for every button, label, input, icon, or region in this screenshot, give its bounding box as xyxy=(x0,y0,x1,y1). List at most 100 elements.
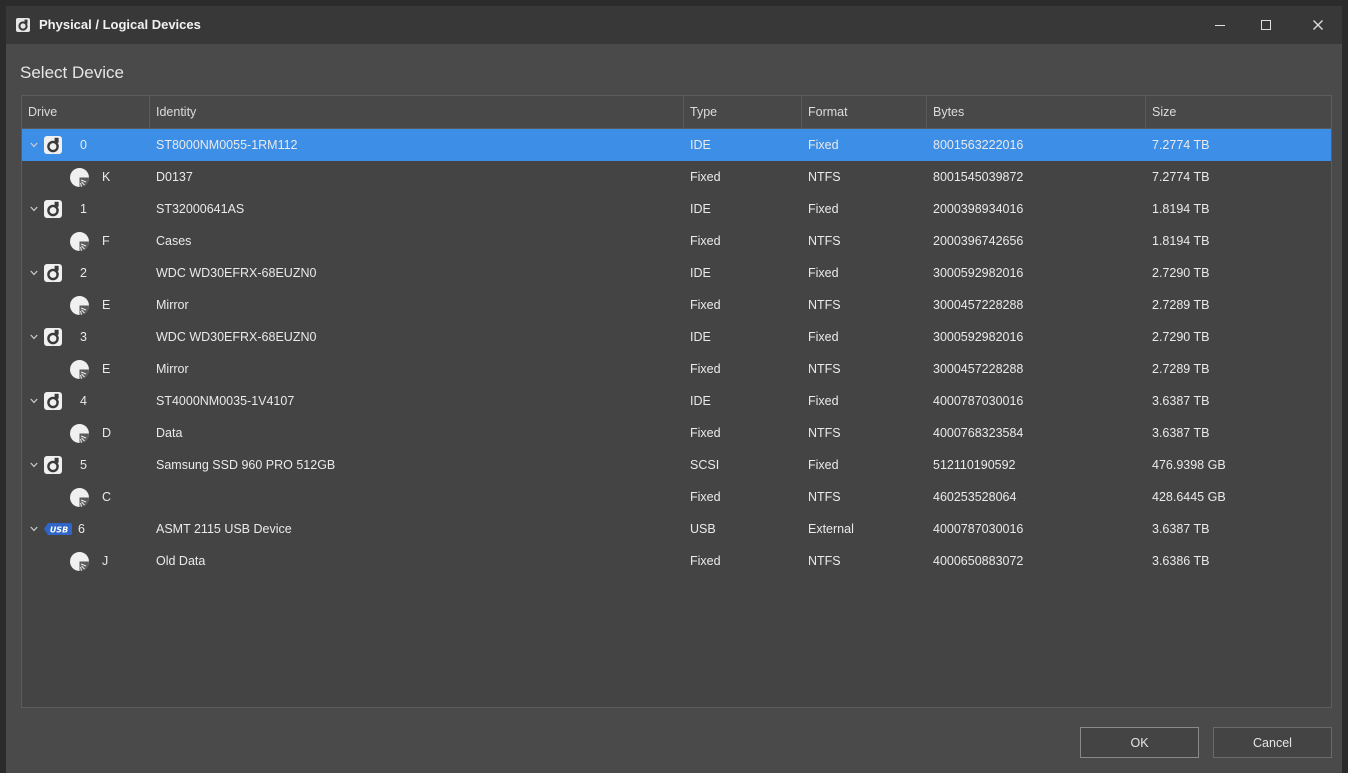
partition-icon xyxy=(70,168,89,187)
bytes-cell: 3000457228288 xyxy=(933,298,1024,312)
hard-disk-icon xyxy=(44,136,62,154)
chevron-down-icon[interactable] xyxy=(30,142,38,148)
maximize-icon xyxy=(1261,20,1271,30)
format-cell: Fixed xyxy=(808,458,839,472)
hard-disk-icon xyxy=(16,18,30,32)
size-cell: 428.6445 GB xyxy=(1152,490,1226,504)
chevron-down-icon[interactable] xyxy=(30,270,38,276)
chevron-down-icon[interactable] xyxy=(30,206,38,212)
identity-cell: D0137 xyxy=(156,170,193,184)
drive-cell: K xyxy=(22,161,150,193)
drive-cell: 3 xyxy=(22,321,150,353)
chevron-down-icon[interactable] xyxy=(30,462,38,468)
table-row[interactable]: E Mirror Fixed NTFS 3000457228288 2.7289 TB xyxy=(22,289,1331,321)
size-cell: 1.8194 TB xyxy=(1152,202,1210,216)
hard-disk-icon xyxy=(44,392,62,410)
drive-cell: 0 xyxy=(22,129,150,161)
table-row[interactable]: USB 6 ASMT 2115 USB Device USB External 40007… xyxy=(22,513,1331,545)
drive-cell: 5 xyxy=(22,449,150,481)
table-row[interactable]: 3 WDC WD30EFRX-68EUZN0 IDE Fixed 30005929820… xyxy=(22,321,1331,353)
identity-cell: Old Data xyxy=(156,554,206,568)
bytes-cell: 2000398934016 xyxy=(933,202,1024,216)
column-header-bytes[interactable]: Bytes xyxy=(927,96,1146,128)
column-header-size[interactable]: Size xyxy=(1146,96,1331,128)
drive-label: F xyxy=(102,234,110,248)
drive-cell: F xyxy=(22,225,150,257)
format-cell: External xyxy=(808,522,854,536)
format-cell: NTFS xyxy=(808,362,841,376)
table-row[interactable]: 1 ST32000641AS IDE Fixed 2000398934016 1.8194… xyxy=(22,193,1331,225)
bytes-cell: 4000650883072 xyxy=(933,554,1024,568)
maximize-button[interactable] xyxy=(1244,6,1288,44)
type-cell: Fixed xyxy=(690,234,721,248)
drive-label: 3 xyxy=(80,330,87,344)
bytes-cell: 4000787030016 xyxy=(933,522,1024,536)
title-bar[interactable]: Physical / Logical Devices xyxy=(6,6,1342,44)
format-cell: NTFS xyxy=(808,426,841,440)
table-row[interactable]: 2 WDC WD30EFRX-68EUZN0 IDE Fixed 30005929820… xyxy=(22,257,1331,289)
identity-cell: ST32000641AS xyxy=(156,202,245,216)
identity-cell: ST8000NM0055-1RM112 xyxy=(156,138,298,152)
drive-cell: 2 xyxy=(22,257,150,289)
window-title: Physical / Logical Devices xyxy=(39,17,201,32)
size-cell: 3.6387 TB xyxy=(1152,426,1210,440)
size-cell: 7.2774 TB xyxy=(1152,138,1210,152)
bytes-cell: 3000457228288 xyxy=(933,362,1024,376)
bytes-cell: 3000592982016 xyxy=(933,266,1024,280)
drive-label: 2 xyxy=(80,266,87,280)
device-list[interactable]: Drive Identity Type Format Bytes Size 0 S… xyxy=(21,95,1332,708)
format-cell: Fixed xyxy=(808,330,839,344)
bytes-cell: 4000768323584 xyxy=(933,426,1024,440)
type-cell: IDE xyxy=(690,202,711,216)
table-row[interactable]: 5 Samsung SSD 960 PRO 512GB SCSI Fixed 51211… xyxy=(22,449,1331,481)
partition-icon xyxy=(70,296,89,315)
table-row[interactable]: 4 ST4000NM0035-1V4107 IDE Fixed 400078703001… xyxy=(22,385,1331,417)
table-row[interactable]: C Fixed NTFS 460253528064 428.6445 GB xyxy=(22,481,1331,513)
drive-label: 4 xyxy=(80,394,87,408)
column-header-drive[interactable]: Drive xyxy=(22,96,150,128)
format-cell: NTFS xyxy=(808,170,841,184)
ok-button[interactable]: OK xyxy=(1080,727,1199,758)
identity-cell: ASMT 2115 USB Device xyxy=(156,522,292,536)
partition-icon xyxy=(70,232,89,251)
column-header-identity[interactable]: Identity xyxy=(150,96,684,128)
format-cell: Fixed xyxy=(808,202,839,216)
bytes-cell: 512110190592 xyxy=(933,458,1016,472)
drive-cell: 4 xyxy=(22,385,150,417)
type-cell: IDE xyxy=(690,138,711,152)
size-cell: 2.7290 TB xyxy=(1152,330,1210,344)
minimize-button[interactable] xyxy=(1198,6,1242,44)
table-row[interactable]: F Cases Fixed NTFS 2000396742656 1.8194 TB xyxy=(22,225,1331,257)
chevron-down-icon[interactable] xyxy=(30,398,38,404)
bytes-cell: 3000592982016 xyxy=(933,330,1024,344)
table-row[interactable]: E Mirror Fixed NTFS 3000457228288 2.7289 TB xyxy=(22,353,1331,385)
table-row[interactable]: D Data Fixed NTFS 4000768323584 3.6387 TB xyxy=(22,417,1331,449)
chevron-down-icon[interactable] xyxy=(30,334,38,340)
partition-icon xyxy=(70,360,89,379)
bytes-cell: 4000787030016 xyxy=(933,394,1024,408)
cancel-button[interactable]: Cancel xyxy=(1213,727,1332,758)
partition-icon xyxy=(70,488,89,507)
identity-cell: WDC WD30EFRX-68EUZN0 xyxy=(156,330,317,344)
column-header-format[interactable]: Format xyxy=(802,96,927,128)
drive-label: E xyxy=(102,362,111,376)
size-cell: 476.9398 GB xyxy=(1152,458,1226,472)
column-header-type[interactable]: Type xyxy=(684,96,802,128)
drive-label: E xyxy=(102,298,111,312)
hard-disk-icon xyxy=(44,456,62,474)
drive-cell: 1 xyxy=(22,193,150,225)
list-header: Drive Identity Type Format Bytes Size xyxy=(22,96,1331,129)
type-cell: Fixed xyxy=(690,170,721,184)
type-cell: USB xyxy=(690,522,716,536)
table-row[interactable]: 0 ST8000NM0055-1RM112 IDE Fixed 800156322201… xyxy=(22,129,1331,161)
size-cell: 3.6387 TB xyxy=(1152,394,1210,408)
type-cell: SCSI xyxy=(690,458,720,472)
table-row[interactable]: J Old Data Fixed NTFS 4000650883072 3.6386 TB xyxy=(22,545,1331,577)
drive-label: 1 xyxy=(80,202,87,216)
chevron-down-icon[interactable] xyxy=(30,526,38,532)
type-cell: Fixed xyxy=(690,298,721,312)
close-button[interactable] xyxy=(1296,6,1340,44)
usb-badge: USB xyxy=(50,526,68,535)
table-row[interactable]: K D0137 Fixed NTFS 8001545039872 7.2774 TB xyxy=(22,161,1331,193)
drive-label: K xyxy=(102,170,111,184)
